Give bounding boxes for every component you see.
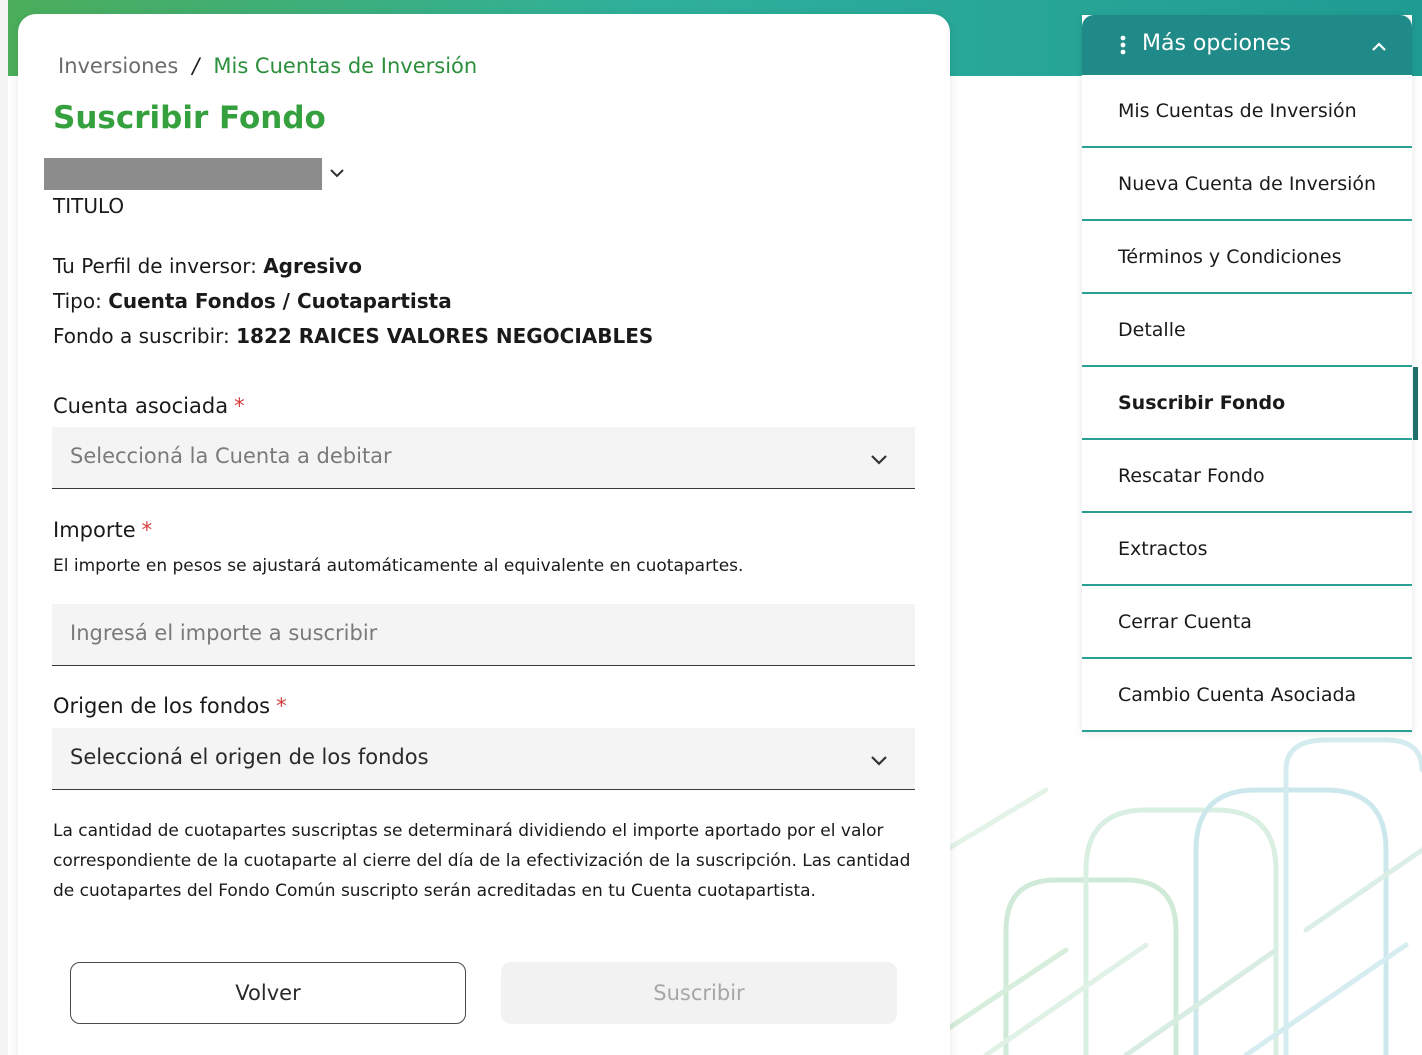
amount-hint: El importe en pesos se ajustará automáti…	[53, 556, 744, 576]
chevron-down-icon[interactable]	[328, 164, 346, 182]
funds-origin-label: Origen de los fondos *	[53, 694, 287, 718]
amount-label: Importe *	[53, 518, 152, 542]
option-label: Detalle	[1118, 319, 1186, 341]
option-label: Cambio Cuenta Asociada	[1118, 684, 1357, 706]
option-terminos[interactable]: Términos y Condiciones	[1082, 221, 1412, 294]
fund-to-subscribe: Fondo a suscribir: 1822 RAICES VALORES N…	[53, 324, 653, 348]
option-rescatar-fondo[interactable]: Rescatar Fondo	[1082, 440, 1412, 513]
option-extractos[interactable]: Extractos	[1082, 513, 1412, 586]
type-value: Cuenta Fondos / Cuotapartista	[108, 289, 452, 313]
back-button[interactable]: Volver	[70, 962, 466, 1024]
account-type: Tipo: Cuenta Fondos / Cuotapartista	[53, 289, 452, 313]
decorative-pattern	[946, 737, 1422, 1055]
page-title: Suscribir Fondo	[53, 100, 326, 136]
type-label: Tipo:	[53, 289, 102, 313]
profile-label: Tu Perfil de inversor:	[53, 254, 257, 278]
amount-label-text: Importe	[53, 518, 136, 542]
more-options-panel: Más opciones Mis Cuentas de Inversión Nu…	[1082, 15, 1418, 732]
associated-account-placeholder: Seleccioná la Cuenta a debitar	[70, 444, 392, 468]
option-nueva-cuenta[interactable]: Nueva Cuenta de Inversión	[1082, 148, 1412, 221]
option-detalle[interactable]: Detalle	[1082, 294, 1412, 367]
subscription-disclaimer: La cantidad de cuotapartes suscriptas se…	[53, 821, 911, 901]
option-label: Nueva Cuenta de Inversión	[1118, 173, 1377, 195]
option-cambio-cuenta[interactable]: Cambio Cuenta Asociada	[1082, 659, 1412, 732]
required-mark: *	[234, 394, 245, 418]
option-label: Extractos	[1118, 538, 1208, 560]
account-holder-label: TITULO	[53, 194, 125, 218]
amount-placeholder: Ingresá el importe a suscribir	[70, 621, 378, 645]
funds-origin-value: Seleccioná el origen de los fondos	[70, 745, 429, 769]
more-options-header[interactable]: Más opciones	[1082, 15, 1412, 75]
breadcrumb-separator: /	[192, 54, 200, 78]
required-mark: *	[141, 518, 153, 542]
chevron-down-icon[interactable]	[869, 449, 889, 469]
amount-input[interactable]: Ingresá el importe a suscribir	[52, 604, 915, 666]
subscribe-button[interactable]: Suscribir	[501, 962, 897, 1024]
profile-value: Agresivo	[263, 254, 362, 278]
associated-account-select[interactable]: Seleccioná la Cuenta a debitar	[52, 427, 915, 489]
funds-origin-label-text: Origen de los fondos	[53, 694, 271, 718]
option-suscribir-fondo[interactable]: Suscribir Fondo	[1082, 367, 1418, 440]
option-label: Suscribir Fondo	[1118, 392, 1286, 414]
breadcrumb: Inversiones / Mis Cuentas de Inversión	[58, 54, 477, 78]
left-edge	[0, 0, 8, 1055]
more-options-title: Más opciones	[1142, 31, 1291, 56]
option-label: Mis Cuentas de Inversión	[1118, 100, 1357, 122]
funds-origin-select[interactable]: Seleccioná el origen de los fondos	[52, 728, 915, 790]
associated-account-label-text: Cuenta asociada	[53, 394, 229, 418]
option-cerrar-cuenta[interactable]: Cerrar Cuenta	[1082, 586, 1412, 659]
option-label: Rescatar Fondo	[1118, 465, 1265, 487]
chevron-down-icon[interactable]	[869, 750, 889, 770]
subscription-card: Inversiones / Mis Cuentas de Inversión Sus…	[18, 14, 950, 1055]
account-selector[interactable]	[44, 158, 322, 190]
chevron-up-icon[interactable]	[1370, 39, 1388, 53]
option-mis-cuentas[interactable]: Mis Cuentas de Inversión	[1082, 75, 1412, 148]
option-label: Términos y Condiciones	[1118, 246, 1342, 268]
breadcrumb-current-link[interactable]: Mis Cuentas de Inversión	[213, 54, 477, 78]
kebab-icon	[1120, 35, 1126, 55]
associated-account-label: Cuenta asociada *	[53, 394, 245, 418]
option-label: Cerrar Cuenta	[1118, 611, 1252, 633]
fund-value: 1822 RAICES VALORES NEGOCIABLES	[236, 324, 654, 348]
investor-profile: Tu Perfil de inversor: Agresivo	[53, 254, 362, 278]
breadcrumb-root-link[interactable]: Inversiones	[58, 54, 178, 78]
fund-label: Fondo a suscribir:	[53, 324, 230, 348]
required-mark: *	[276, 694, 287, 718]
